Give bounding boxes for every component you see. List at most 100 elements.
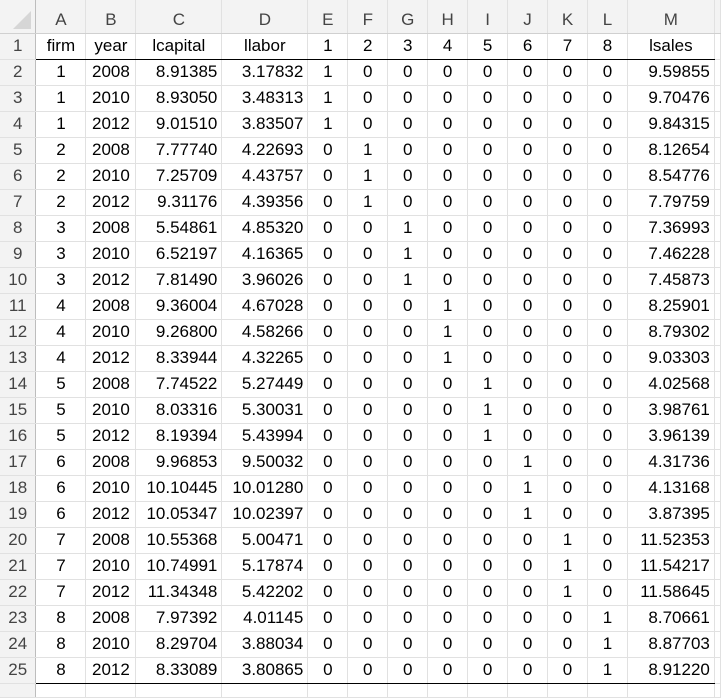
cell[interactable]: 1 — [35, 111, 87, 138]
row-header[interactable]: 9 — [0, 241, 37, 268]
cell[interactable]: 0 — [387, 85, 429, 112]
cell[interactable]: 3.88034 — [221, 631, 309, 658]
cell[interactable]: 0 — [427, 475, 469, 502]
cell[interactable]: 4.58266 — [221, 319, 309, 346]
cell[interactable]: 4.43757 — [221, 163, 309, 190]
cell[interactable]: 1 — [307, 111, 349, 138]
cell[interactable]: 2012 — [85, 189, 137, 216]
column-header-j[interactable]: J — [507, 0, 549, 34]
cell[interactable]: 0 — [467, 163, 509, 190]
cell[interactable]: 0 — [307, 137, 349, 164]
cell[interactable]: 8.33089 — [135, 657, 223, 684]
cell[interactable]: 0 — [547, 475, 588, 502]
cell[interactable]: 9.36004 — [135, 293, 223, 320]
cell[interactable]: 0 — [587, 579, 628, 606]
cell[interactable]: 0 — [307, 267, 349, 294]
cell[interactable]: 0 — [547, 189, 588, 216]
header-cell[interactable]: llabor — [221, 33, 309, 60]
cell[interactable]: 8.03316 — [135, 397, 223, 424]
cell[interactable]: 1 — [35, 85, 87, 112]
cell[interactable]: 0 — [507, 267, 549, 294]
cell[interactable]: 0 — [547, 657, 588, 684]
cell[interactable]: 0 — [347, 111, 389, 138]
cell[interactable]: 0 — [467, 59, 509, 86]
cell[interactable]: 7 — [35, 527, 87, 554]
column-header-f[interactable]: F — [347, 0, 389, 34]
cell[interactable]: 7.81490 — [135, 267, 223, 294]
cell[interactable]: 5.27449 — [221, 371, 309, 398]
header-cell[interactable]: 7 — [547, 33, 588, 60]
cell[interactable]: 0 — [547, 59, 588, 86]
cell[interactable]: 0 — [387, 137, 429, 164]
cell[interactable]: 2010 — [85, 475, 137, 502]
cell[interactable]: 0 — [547, 449, 588, 476]
cell[interactable] — [547, 683, 588, 698]
cell[interactable]: 0 — [307, 423, 349, 450]
cell[interactable]: 0 — [547, 111, 588, 138]
cell[interactable] — [387, 683, 429, 698]
cell[interactable]: 7.36993 — [627, 215, 715, 242]
cell[interactable]: 7.46228 — [627, 241, 715, 268]
cell[interactable]: 9.84315 — [627, 111, 715, 138]
cell[interactable]: 0 — [347, 293, 389, 320]
cell[interactable]: 0 — [547, 397, 588, 424]
cell[interactable]: 2010 — [85, 163, 137, 190]
cell[interactable]: 0 — [427, 163, 469, 190]
cell[interactable] — [35, 683, 87, 698]
cell[interactable]: 2010 — [85, 397, 137, 424]
cell[interactable]: 7.45873 — [627, 267, 715, 294]
cell[interactable] — [467, 683, 509, 698]
cell[interactable]: 2012 — [85, 423, 137, 450]
cell[interactable]: 0 — [467, 85, 509, 112]
cell[interactable]: 1 — [387, 267, 429, 294]
cell[interactable]: 2 — [35, 189, 87, 216]
cell[interactable]: 5.00471 — [221, 527, 309, 554]
cell[interactable]: 0 — [547, 631, 588, 658]
cell[interactable]: 0 — [467, 293, 509, 320]
cell[interactable]: 0 — [387, 293, 429, 320]
cell[interactable]: 3.17832 — [221, 59, 309, 86]
cell[interactable]: 0 — [467, 241, 509, 268]
column-header-b[interactable]: B — [85, 0, 137, 34]
cell[interactable]: 0 — [547, 423, 588, 450]
cell[interactable]: 0 — [387, 345, 429, 372]
cell[interactable]: 8.79302 — [627, 319, 715, 346]
cell[interactable]: 7.74522 — [135, 371, 223, 398]
cell[interactable]: 8.87703 — [627, 631, 715, 658]
cell[interactable]: 3.48313 — [221, 85, 309, 112]
cell[interactable]: 4.67028 — [221, 293, 309, 320]
cell[interactable]: 0 — [427, 85, 469, 112]
cell[interactable]: 11.58645 — [627, 579, 715, 606]
row-header[interactable]: 6 — [0, 163, 37, 190]
cell[interactable]: 0 — [507, 371, 549, 398]
cell[interactable]: 4 — [35, 345, 87, 372]
cell[interactable]: 0 — [547, 163, 588, 190]
cell[interactable]: 7.79759 — [627, 189, 715, 216]
cell[interactable]: 0 — [307, 397, 349, 424]
cell[interactable]: 3 — [35, 215, 87, 242]
cell[interactable]: 2008 — [85, 605, 137, 632]
cell[interactable]: 1 — [587, 605, 628, 632]
cell[interactable]: 0 — [427, 59, 469, 86]
cell[interactable]: 0 — [427, 397, 469, 424]
cell[interactable]: 0 — [467, 111, 509, 138]
cell[interactable]: 0 — [347, 605, 389, 632]
cell[interactable]: 0 — [347, 85, 389, 112]
cell[interactable] — [507, 683, 549, 698]
cell[interactable]: 10.02397 — [221, 501, 309, 528]
cell[interactable]: 8.29704 — [135, 631, 223, 658]
header-cell[interactable]: firm — [35, 33, 87, 60]
cell[interactable]: 0 — [307, 501, 349, 528]
column-header-h[interactable]: H — [427, 0, 469, 34]
cell[interactable]: 0 — [507, 189, 549, 216]
row-header[interactable]: 25 — [0, 657, 37, 684]
cell[interactable]: 0 — [507, 657, 549, 684]
cell[interactable]: 0 — [587, 241, 628, 268]
cell[interactable]: 0 — [387, 475, 429, 502]
cell[interactable]: 2012 — [85, 579, 137, 606]
cell[interactable]: 0 — [467, 345, 509, 372]
cell[interactable]: 0 — [547, 267, 588, 294]
column-header-g[interactable]: G — [387, 0, 429, 34]
cell[interactable]: 8.54776 — [627, 163, 715, 190]
cell[interactable]: 0 — [507, 85, 549, 112]
